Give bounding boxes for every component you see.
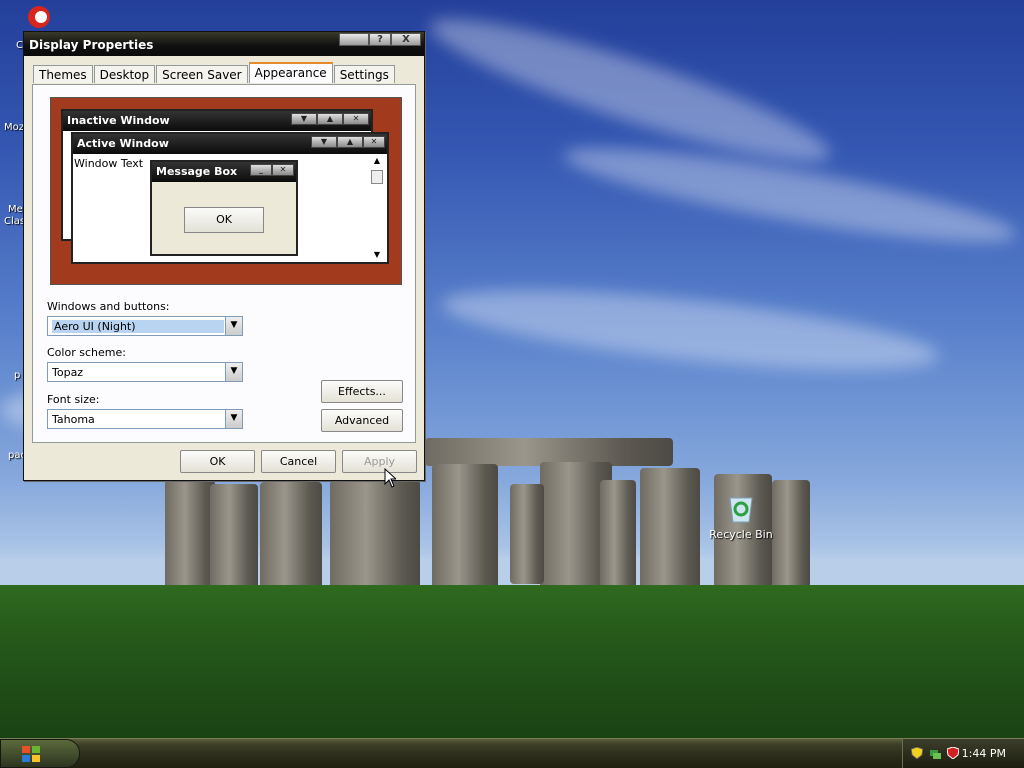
- cancel-button[interactable]: Cancel: [261, 450, 336, 473]
- message-box-title: Message Box _ ✕: [152, 162, 296, 182]
- color-scheme-select[interactable]: Topaz ▼: [47, 362, 243, 382]
- appearance-panel: Inactive Window ▼ ▲ ✕ Active Window ▼ ▲ …: [32, 84, 416, 443]
- close-icon: ✕: [272, 164, 294, 176]
- recycle-bin[interactable]: Recycle Bin: [708, 492, 774, 541]
- color-scheme-value: Topaz: [52, 366, 84, 379]
- stone: [600, 480, 636, 588]
- effects-button[interactable]: Effects...: [321, 380, 403, 403]
- close-icon: ✕: [363, 136, 385, 148]
- windows-logo-icon: [21, 745, 41, 766]
- tab-desktop[interactable]: Desktop: [93, 65, 156, 83]
- system-tray: 1:44 PM: [902, 739, 1024, 768]
- ok-button[interactable]: OK: [180, 450, 255, 473]
- recycle-bin-icon: [726, 492, 756, 524]
- preview-scrollbar: ▲ ▼: [371, 156, 385, 260]
- close-icon: ✕: [343, 113, 369, 125]
- recycle-bin-label: Recycle Bin: [709, 528, 773, 541]
- chevron-down-icon: ▼: [311, 136, 337, 148]
- stone: [772, 480, 810, 588]
- stone: [510, 484, 544, 584]
- stone: [640, 468, 700, 590]
- taskbar: 1:44 PM: [0, 738, 1024, 768]
- active-window-title-text: Active Window: [77, 137, 169, 150]
- color-scheme-label: Color scheme:: [47, 346, 126, 359]
- windows-buttons-select[interactable]: Aero UI (Night) ▼: [47, 316, 243, 336]
- message-box-ok-button: OK: [184, 207, 264, 233]
- chevron-down-icon[interactable]: ▼: [225, 317, 242, 335]
- desktop-icon-label[interactable]: C: [16, 40, 23, 51]
- security-shield-icon[interactable]: [910, 746, 924, 760]
- stone: [330, 480, 420, 592]
- font-size-select[interactable]: Tahoma ▼: [47, 409, 243, 429]
- desktop-icon-label[interactable]: p: [14, 370, 20, 381]
- tab-strip: Themes Desktop Screen Saver Appearance S…: [33, 62, 396, 83]
- inactive-window-title-text: Inactive Window: [67, 114, 170, 127]
- window-text-sample: Window Text: [74, 157, 144, 170]
- stone: [260, 482, 322, 590]
- minimize-button[interactable]: [339, 33, 369, 46]
- tab-appearance[interactable]: Appearance: [248, 62, 333, 83]
- stone: [432, 464, 498, 590]
- dialog-titlebar[interactable]: Display Properties ? X: [24, 32, 424, 56]
- dialog-title: Display Properties: [29, 38, 154, 52]
- stone: [165, 480, 215, 590]
- minimize-icon: _: [250, 164, 272, 176]
- close-button[interactable]: X: [391, 33, 421, 46]
- windows-buttons-label: Windows and buttons:: [47, 300, 170, 313]
- chevron-down-icon: ▼: [291, 113, 317, 125]
- help-button[interactable]: ?: [369, 33, 391, 46]
- desktop-icon-label[interactable]: Moz: [4, 122, 24, 133]
- active-window-title: Active Window ▼ ▲ ✕: [73, 134, 387, 154]
- network-icon[interactable]: [929, 747, 941, 759]
- advanced-button[interactable]: Advanced: [321, 409, 403, 432]
- scroll-down-arrow-icon: ▼: [373, 250, 381, 259]
- desktop-icon-label[interactable]: Clas: [4, 216, 25, 227]
- chevron-down-icon[interactable]: ▼: [225, 410, 242, 428]
- appearance-preview: Inactive Window ▼ ▲ ✕ Active Window ▼ ▲ …: [50, 97, 402, 285]
- scroll-thumb: [371, 170, 383, 184]
- security-alert-icon[interactable]: [946, 746, 960, 760]
- apply-button[interactable]: Apply: [342, 450, 417, 473]
- tab-themes[interactable]: Themes: [33, 65, 93, 83]
- ccleaner-icon[interactable]: [24, 4, 54, 30]
- chevron-up-icon: ▲: [317, 113, 343, 125]
- chevron-down-icon[interactable]: ▼: [225, 363, 242, 381]
- message-box-preview: Message Box _ ✕ OK: [150, 160, 298, 256]
- chevron-up-icon: ▲: [337, 136, 363, 148]
- mouse-cursor-icon: [384, 467, 398, 491]
- font-size-label: Font size:: [47, 393, 100, 406]
- grass-field: [0, 585, 1024, 738]
- windows-buttons-value: Aero UI (Night): [52, 320, 224, 333]
- cloud: [438, 274, 942, 386]
- stone: [210, 484, 258, 590]
- scroll-up-arrow-icon: ▲: [373, 156, 381, 165]
- desktop-icon-label[interactable]: Me: [8, 204, 23, 215]
- display-properties-dialog: Display Properties ? X Themes Desktop Sc…: [23, 31, 425, 481]
- inactive-window-title: Inactive Window ▼ ▲ ✕: [63, 111, 371, 131]
- tab-screen-saver[interactable]: Screen Saver: [156, 65, 248, 83]
- font-size-value: Tahoma: [52, 413, 95, 426]
- start-button[interactable]: [0, 739, 80, 768]
- taskbar-clock[interactable]: 1:44 PM: [962, 747, 1006, 760]
- message-box-title-text: Message Box: [156, 165, 238, 178]
- tab-settings[interactable]: Settings: [333, 65, 395, 83]
